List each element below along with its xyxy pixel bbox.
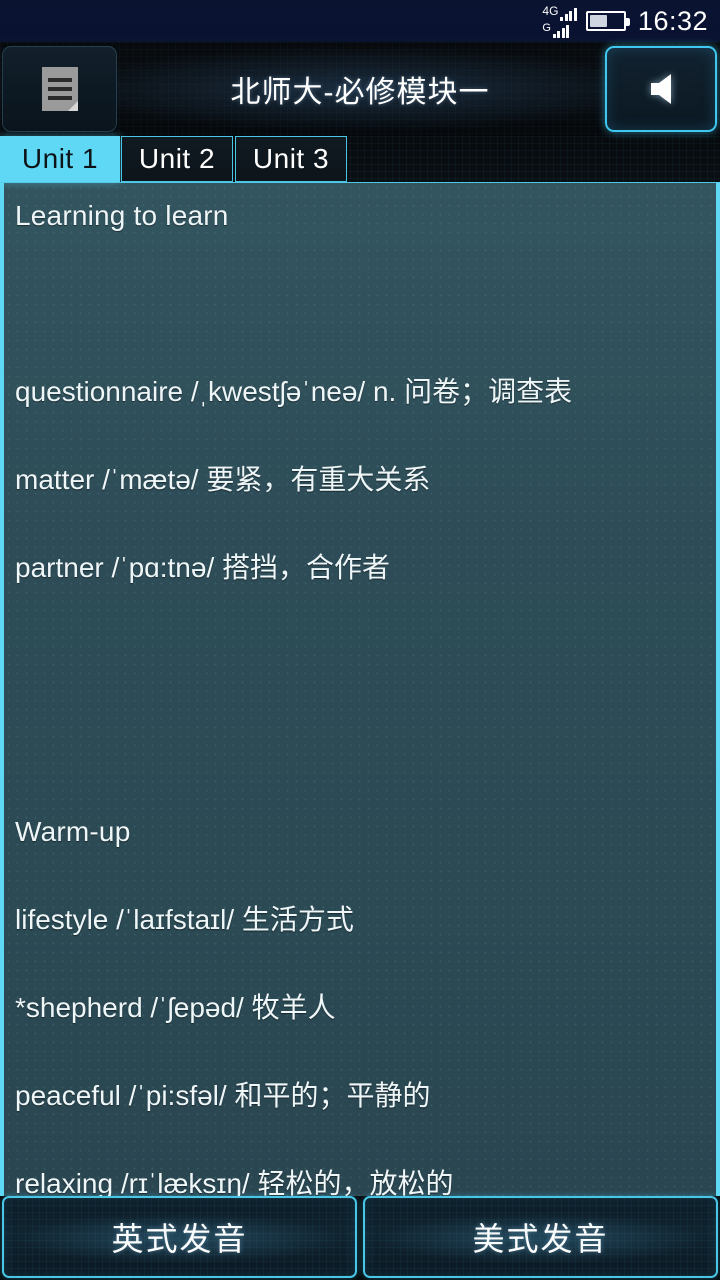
arrow-left-icon (651, 74, 671, 104)
vocabulary-entry: partner /ˈpɑ:tnə/ 搭挡，合作者 (15, 552, 391, 583)
sim1-network-label: 4G (542, 3, 559, 18)
vocabulary-entry: matter /ˈmætə/ 要紧，有重大关系 (15, 464, 431, 495)
pronunciation-bar: 英式发音 美式发音 (0, 1196, 720, 1280)
back-button[interactable] (605, 46, 717, 132)
unit-tab-bar: Unit 1 Unit 2 Unit 3 (0, 136, 720, 182)
section-heading: Learning to learn (15, 200, 229, 231)
sim1-signal-bars (560, 7, 577, 21)
sim2-signal-bars (552, 24, 570, 38)
menu-button[interactable] (2, 46, 117, 132)
battery-icon (585, 11, 630, 31)
vocabulary-list: Learning to learn questionnaire /ˌkwestʃə… (4, 199, 716, 1196)
vocabulary-entry: peaceful /ˈpi:sfəl/ 和平的；平静的 (15, 1080, 431, 1111)
document-list-icon (41, 67, 78, 111)
tab-unit-2[interactable]: Unit 2 (121, 136, 233, 182)
status-bar-clock: 16:32 (637, 5, 708, 36)
american-pronunciation-button[interactable]: 美式发音 (363, 1196, 718, 1278)
signal-icon: 4G G (542, 5, 577, 38)
section-heading: Warm-up (15, 816, 131, 847)
tab-unit-1[interactable]: Unit 1 (0, 136, 120, 182)
sim2-network-label: G (542, 21, 551, 34)
british-pronunciation-button[interactable]: 英式发音 (2, 1196, 357, 1278)
vocabulary-scroll-area[interactable]: Learning to learn questionnaire /ˌkwestʃə… (0, 182, 720, 1196)
status-bar: 4G G 16:32 (0, 0, 720, 42)
app-header: 北师大-必修模块一 (0, 42, 720, 136)
vocabulary-entry: *shepherd /ˈʃepəd/ 牧羊人 (15, 992, 336, 1023)
tab-unit-3[interactable]: Unit 3 (235, 136, 347, 182)
spacer-row (15, 639, 705, 727)
vocabulary-entry: lifestyle /ˈlaɪfstaɪl/ 生活方式 (15, 904, 354, 935)
spacer-row (15, 287, 705, 375)
vocabulary-entry: relaxing /rɪˈlæksɪŋ/ 轻松的，放松的 (15, 1168, 454, 1196)
vocabulary-entry: questionnaire /ˌkwestʃəˈneə/ n. 问卷；调查表 (15, 376, 573, 407)
spacer-row (15, 727, 705, 815)
phone-screen: 4G G 16:32 北师大-必修模块一 Unit 1 Unit 2 Unit … (0, 0, 720, 1280)
